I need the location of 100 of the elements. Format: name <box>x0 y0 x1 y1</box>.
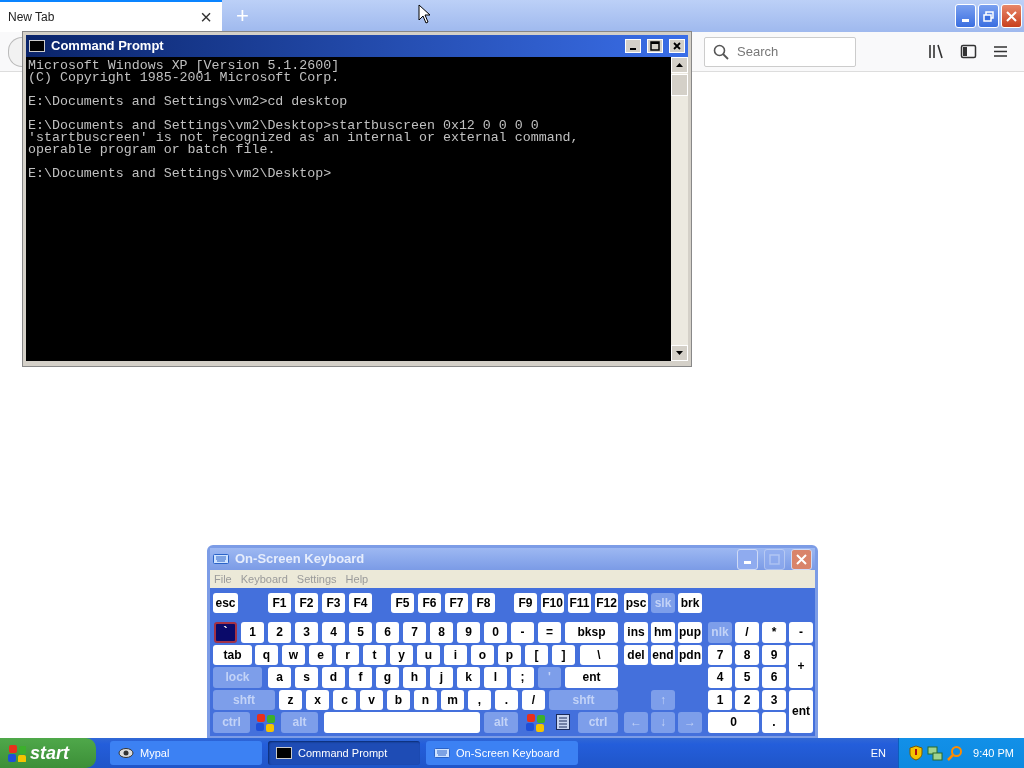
key[interactable]: c <box>333 689 356 710</box>
key[interactable]: F6 <box>418 593 441 613</box>
key[interactable]: F12 <box>595 593 618 613</box>
key[interactable]: end <box>651 644 675 665</box>
language-indicator[interactable]: EN <box>870 744 887 762</box>
key[interactable]: + <box>789 644 813 688</box>
scroll-thumb[interactable] <box>671 74 688 96</box>
key[interactable]: F3 <box>322 593 345 613</box>
key[interactable]: 7 <box>403 622 426 643</box>
key[interactable]: 5 <box>735 667 759 688</box>
restore-button[interactable] <box>978 4 999 28</box>
scroll-down-button[interactable] <box>671 345 688 361</box>
key[interactable]: 1 <box>708 689 732 710</box>
key[interactable] <box>524 712 547 733</box>
key[interactable]: e <box>309 644 332 665</box>
key[interactable]: del <box>624 644 648 665</box>
key[interactable]: tab <box>213 644 252 665</box>
key[interactable]: bksp <box>565 622 618 643</box>
key[interactable]: d <box>322 667 345 688</box>
key[interactable]: 4 <box>322 622 345 643</box>
key[interactable]: F8 <box>472 593 495 613</box>
key[interactable]: 8 <box>735 644 759 665</box>
scroll-up-button[interactable] <box>671 57 688 73</box>
key[interactable]: hm <box>651 622 675 643</box>
key[interactable]: 4 <box>708 667 732 688</box>
key[interactable]: b <box>387 689 410 710</box>
key[interactable]: h <box>403 667 426 688</box>
network-icon[interactable] <box>927 745 944 761</box>
key[interactable]: 2 <box>268 622 291 643</box>
key[interactable]: j <box>430 667 453 688</box>
key[interactable]: 3 <box>295 622 318 643</box>
key[interactable]: , <box>468 689 491 710</box>
key[interactable]: ent <box>565 667 618 688</box>
key[interactable]: ] <box>552 644 575 665</box>
close-tab-button[interactable]: × <box>198 7 214 27</box>
shield-icon[interactable] <box>909 745 924 761</box>
key[interactable]: l <box>484 667 507 688</box>
key[interactable]: 1 <box>241 622 264 643</box>
key[interactable]: F5 <box>391 593 414 613</box>
key[interactable]: g <box>376 667 399 688</box>
key[interactable]: 0 <box>484 622 507 643</box>
key[interactable]: 0 <box>708 712 759 733</box>
key[interactable]: y <box>390 644 413 665</box>
key[interactable]: 9 <box>457 622 480 643</box>
key[interactable]: \ <box>580 644 618 665</box>
key[interactable]: = <box>538 622 561 643</box>
key[interactable]: F10 <box>541 593 564 613</box>
scroll-bar[interactable] <box>671 57 688 361</box>
key[interactable]: p <box>498 644 521 665</box>
key[interactable]: F11 <box>568 593 591 613</box>
key[interactable]: F7 <box>445 593 468 613</box>
key[interactable]: F2 <box>295 593 318 613</box>
key[interactable]: . <box>762 712 786 733</box>
taskbar-button[interactable]: On-Screen Keyboard <box>426 741 578 765</box>
key[interactable]: 6 <box>376 622 399 643</box>
key[interactable]: esc <box>213 593 238 613</box>
browser-tab[interactable]: New Tab × <box>0 0 222 32</box>
key[interactable]: 8 <box>430 622 453 643</box>
key[interactable]: x <box>306 689 329 710</box>
key[interactable]: q <box>255 644 278 665</box>
key[interactable]: ent <box>789 689 813 733</box>
key[interactable]: 5 <box>349 622 372 643</box>
key[interactable]: r <box>336 644 359 665</box>
key[interactable]: w <box>282 644 305 665</box>
key[interactable]: psc <box>624 593 648 613</box>
key[interactable]: s <box>295 667 318 688</box>
key[interactable]: k <box>457 667 480 688</box>
key[interactable]: z <box>279 689 302 710</box>
key[interactable]: pup <box>678 622 702 643</box>
key[interactable]: - <box>511 622 534 643</box>
key[interactable]: F1 <box>268 593 291 613</box>
key[interactable]: ins <box>624 622 648 643</box>
key[interactable]: 7 <box>708 644 732 665</box>
key[interactable]: 9 <box>762 644 786 665</box>
key[interactable]: . <box>495 689 518 710</box>
key[interactable]: i <box>444 644 467 665</box>
key[interactable]: ` <box>214 622 237 643</box>
key[interactable]: - <box>789 622 813 643</box>
key[interactable]: t <box>363 644 386 665</box>
taskbar-button[interactable]: Command Prompt <box>268 741 420 765</box>
search-box[interactable]: Search <box>704 36 856 67</box>
key[interactable]: 2 <box>735 689 759 710</box>
taskbar-button[interactable]: Mypal <box>110 741 262 765</box>
key[interactable] <box>254 712 277 733</box>
key[interactable]: / <box>522 689 545 710</box>
key[interactable]: o <box>471 644 494 665</box>
key[interactable]: n <box>414 689 437 710</box>
key[interactable]: ; <box>511 667 534 688</box>
key[interactable]: 6 <box>762 667 786 688</box>
key[interactable]: brk <box>678 593 702 613</box>
key[interactable]: / <box>735 622 759 643</box>
key[interactable]: f <box>349 667 372 688</box>
key[interactable]: [ <box>525 644 548 665</box>
key[interactable]: F4 <box>349 593 372 613</box>
key[interactable]: v <box>360 689 383 710</box>
key[interactable]: pdn <box>678 644 702 665</box>
key[interactable]: 3 <box>762 689 786 710</box>
key[interactable]: F9 <box>514 593 537 613</box>
key[interactable]: * <box>762 622 786 643</box>
key[interactable]: u <box>417 644 440 665</box>
